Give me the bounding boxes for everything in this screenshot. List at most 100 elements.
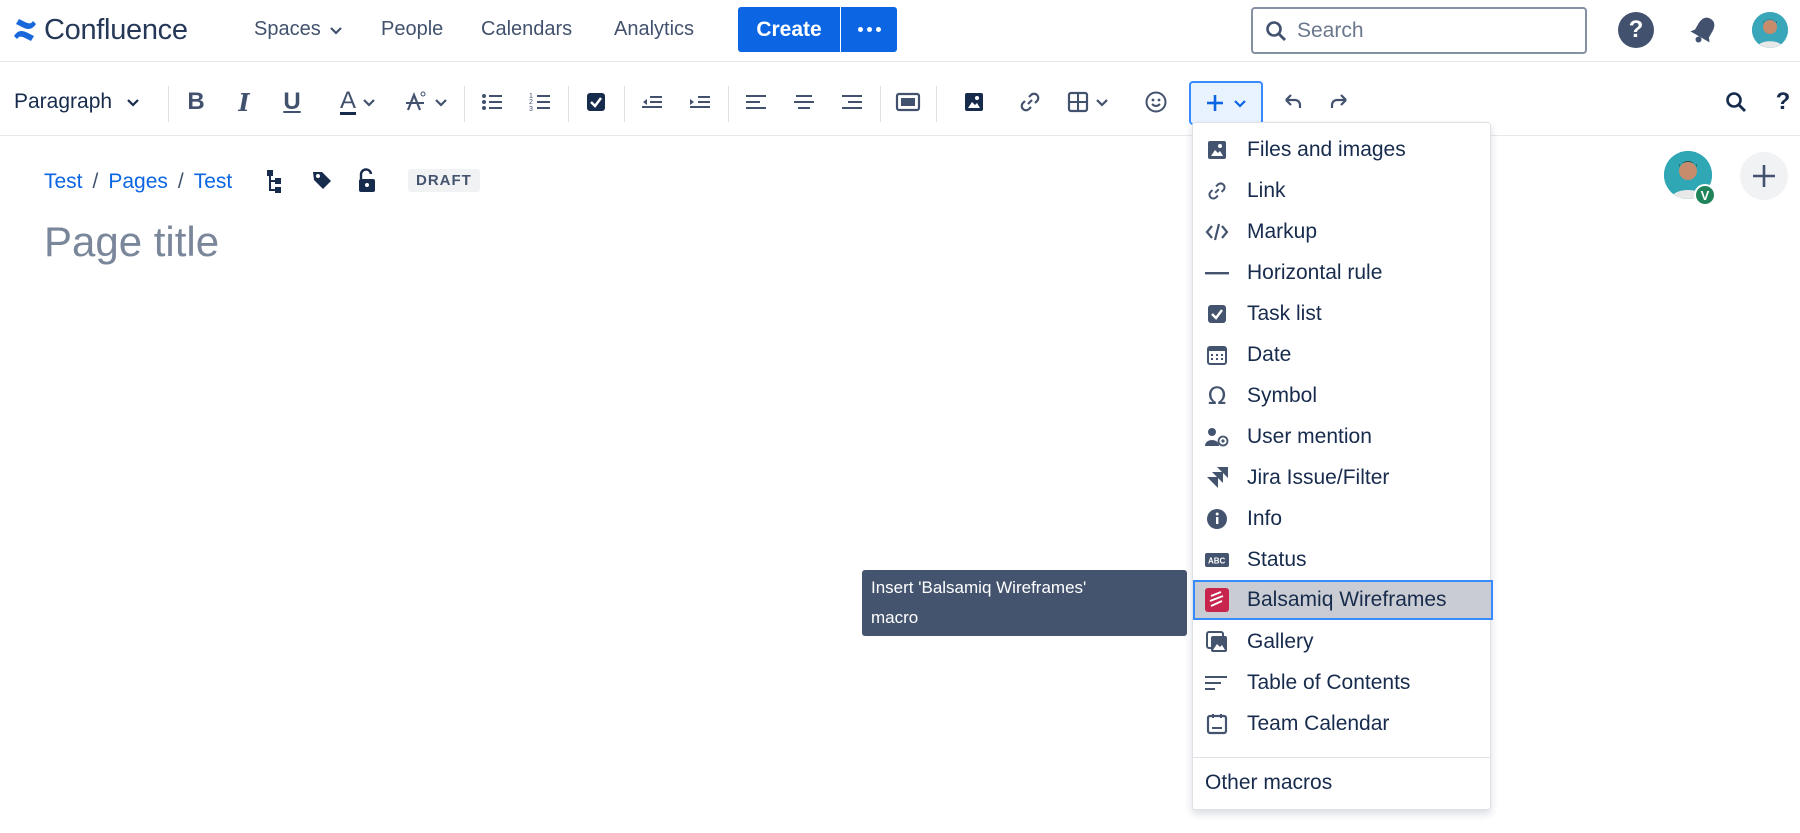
toolbar-divider: [624, 86, 625, 122]
horizontal-rule-icon: [1205, 261, 1229, 285]
menu-item-team-calendar[interactable]: Team Calendar: [1193, 704, 1490, 744]
chevron-down-icon: [435, 99, 447, 107]
menu-item-gallery[interactable]: Gallery: [1193, 622, 1490, 662]
link-icon: [1020, 92, 1040, 112]
breadcrumb-item[interactable]: Test: [44, 170, 83, 194]
svg-text:3: 3: [529, 106, 533, 113]
menu-item-date[interactable]: Date: [1193, 335, 1490, 375]
menu-item-label: Status: [1247, 548, 1307, 571]
nav-spaces-label: Spaces: [254, 18, 321, 40]
page-tree-button[interactable]: [264, 168, 286, 194]
outdent-button[interactable]: [636, 82, 668, 122]
nav-analytics[interactable]: Analytics: [614, 18, 694, 41]
confluence-logo-icon: [14, 19, 36, 41]
menu-item-balsamiq-wireframes[interactable]: Balsamiq Wireframes: [1193, 580, 1493, 620]
page-tree-icon: [267, 170, 281, 193]
toc-icon: [1205, 671, 1229, 695]
breadcrumb-item[interactable]: Pages: [108, 170, 168, 194]
more-formatting-button[interactable]: [398, 82, 454, 122]
toolbar-divider: [880, 86, 881, 122]
svg-text:2: 2: [529, 99, 533, 106]
menu-item-files-and-images[interactable]: Files and images: [1193, 130, 1490, 170]
align-right-icon: [842, 95, 862, 109]
other-macros-item[interactable]: Other macros: [1205, 771, 1332, 795]
italic-button[interactable]: I: [228, 82, 260, 122]
menu-item-horizontal-rule[interactable]: Horizontal rule: [1193, 253, 1490, 293]
redo-icon: [1330, 94, 1347, 108]
more-dot: [857, 27, 863, 32]
labels-button[interactable]: [310, 168, 334, 192]
align-right-button[interactable]: [836, 82, 868, 122]
menu-item-status[interactable]: ABC Status: [1193, 540, 1490, 580]
more-dot: [875, 27, 881, 32]
search-box[interactable]: [1251, 7, 1587, 54]
menu-item-link[interactable]: Link: [1193, 171, 1490, 211]
restrictions-button[interactable]: [356, 168, 378, 194]
find-replace-button[interactable]: [1720, 82, 1752, 122]
breadcrumb-item[interactable]: Test: [194, 170, 233, 194]
insert-more-button[interactable]: [1189, 81, 1263, 125]
outdent-icon: [642, 96, 662, 108]
nav-spaces[interactable]: Spaces: [254, 18, 343, 41]
redo-button[interactable]: [1324, 82, 1356, 122]
paragraph-style-select[interactable]: Paragraph: [14, 90, 140, 114]
paragraph-style-label: Paragraph: [14, 90, 113, 113]
checkbox-icon: [587, 93, 605, 111]
insert-link-button[interactable]: [1014, 82, 1046, 122]
jira-icon: [1205, 466, 1229, 490]
menu-item-markup[interactable]: Markup: [1193, 212, 1490, 252]
calendar-icon: [1205, 343, 1229, 367]
menu-item-label: Link: [1247, 179, 1286, 202]
insert-image-button[interactable]: [958, 82, 990, 122]
create-more-button[interactable]: [841, 7, 897, 52]
menu-item-jira-issue-filter[interactable]: Jira Issue/Filter: [1193, 458, 1490, 498]
bold-button[interactable]: B: [180, 82, 212, 122]
app-name: Confluence: [44, 13, 188, 46]
link-icon: [1205, 179, 1229, 203]
menu-item-label: Markup: [1247, 220, 1318, 243]
indent-button[interactable]: [684, 82, 716, 122]
avatar-portrait: [1752, 12, 1788, 48]
text-color-button[interactable]: A: [330, 82, 386, 122]
help-button[interactable]: ?: [1618, 12, 1654, 48]
page-title-input[interactable]: Page title: [44, 218, 219, 266]
strikethrough-format-icon: [406, 91, 426, 111]
emoji-button[interactable]: [1140, 82, 1172, 122]
insert-table-button[interactable]: [1064, 82, 1112, 122]
bell-icon: [1690, 17, 1715, 43]
notifications-button[interactable]: [1686, 12, 1722, 53]
align-left-button[interactable]: [740, 82, 772, 122]
user-avatar[interactable]: [1752, 12, 1788, 48]
search-input[interactable]: [1297, 18, 1567, 43]
tooltip-line: Insert 'Balsamiq Wireframes': [871, 578, 1087, 597]
chevron-down-icon: [127, 99, 139, 107]
bullet-list-button[interactable]: [476, 82, 508, 122]
align-center-button[interactable]: [788, 82, 820, 122]
menu-item-info[interactable]: Info: [1193, 499, 1490, 539]
menu-item-symbol[interactable]: Ω Symbol: [1193, 376, 1490, 416]
editor-toolbar: Paragraph B I U A 123 ?: [0, 72, 1800, 136]
numbered-list-button[interactable]: 123: [524, 82, 556, 122]
menu-item-task-list[interactable]: Task list: [1193, 294, 1490, 334]
text-color-icon: A: [339, 86, 356, 115]
underline-button[interactable]: U: [276, 82, 308, 122]
menu-item-user-mention[interactable]: User mention: [1193, 417, 1490, 457]
balsamiq-icon: [1205, 588, 1229, 612]
tooltip: Insert 'Balsamiq Wireframes' macro: [862, 570, 1187, 636]
create-button[interactable]: Create: [738, 7, 840, 52]
nav-people[interactable]: People: [381, 18, 443, 41]
undo-button[interactable]: [1276, 82, 1308, 122]
breadcrumb-separator: /: [92, 170, 99, 193]
team-calendar-icon: [1205, 712, 1229, 736]
layout-button[interactable]: [892, 82, 924, 122]
unlock-icon: [359, 168, 375, 192]
confluence-logo[interactable]: Confluence: [12, 14, 188, 46]
menu-item-table-of-contents[interactable]: Table of Contents: [1193, 663, 1490, 703]
task-list-button[interactable]: [580, 82, 612, 122]
toolbar-divider: [728, 86, 729, 122]
nav-calendars[interactable]: Calendars: [481, 18, 572, 41]
editor-help-button[interactable]: ?: [1770, 82, 1796, 122]
invite-button[interactable]: [1740, 152, 1788, 200]
align-center-icon: [794, 95, 814, 109]
menu-item-label: Symbol: [1247, 384, 1318, 407]
